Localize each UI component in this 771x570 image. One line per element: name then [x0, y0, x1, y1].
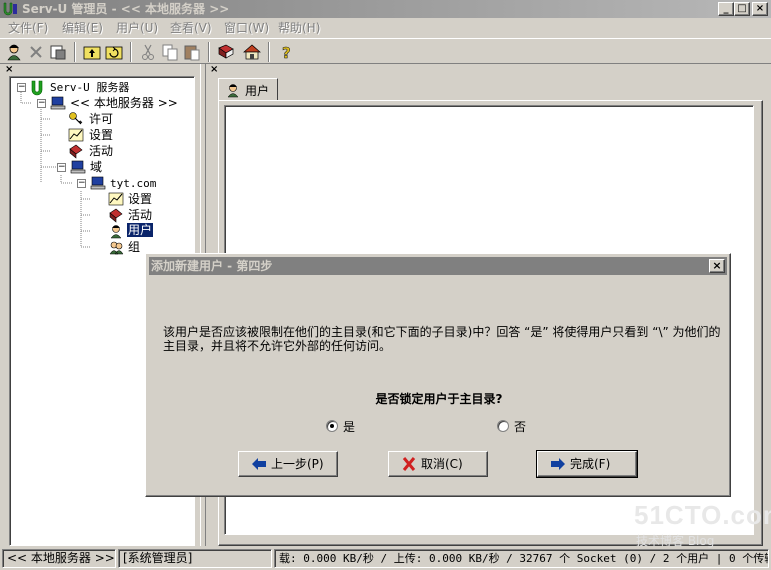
- toolbar-separator: [130, 42, 132, 62]
- serv-u-app-icon: [3, 2, 17, 16]
- properties-button[interactable]: [48, 42, 68, 62]
- delete-icon: [30, 46, 42, 58]
- paste-icon: [184, 45, 200, 61]
- cut-icon: [142, 44, 154, 60]
- tab-users[interactable]: 用户: [218, 78, 278, 100]
- tab-users-label: 用户: [245, 84, 270, 98]
- watermark-sub: 技术博客 Blog: [636, 534, 715, 548]
- arrow-left-icon: [252, 458, 266, 470]
- dialog-title-bar[interactable]: 添加新建用户 - 第四步 ×: [149, 257, 727, 275]
- book-button[interactable]: [216, 42, 236, 62]
- paste-button[interactable]: [182, 42, 202, 62]
- domain-computer-icon: [70, 160, 86, 174]
- properties-icon: [50, 45, 66, 60]
- tree-root-label[interactable]: Serv-U 服务器: [50, 81, 129, 95]
- up-folder-icon: [83, 46, 101, 60]
- watermark-brand: 51CTO.com: [634, 500, 771, 530]
- up-folder-button[interactable]: [82, 42, 102, 62]
- settings-chart-icon: [68, 128, 84, 142]
- toolbar: ?: [0, 38, 771, 64]
- cut-button[interactable]: [138, 42, 158, 62]
- status-bar: << 本地服务器 >> [系统管理员] 载: 0.000 KB/秒 / 上传: …: [0, 548, 771, 570]
- domain-settings-icon: [108, 192, 124, 206]
- tree-users-label[interactable]: 用户: [127, 223, 154, 237]
- minimize-icon: _: [723, 3, 729, 14]
- menu-bar: 文件(F) 编辑(E) 用户(U) 查看(V) 窗口(W) 帮助(H): [0, 18, 771, 36]
- dialog-title: 添加新建用户 - 第四步: [151, 259, 273, 273]
- connect-user-button[interactable]: [4, 42, 24, 62]
- domain-activity-icon: [109, 208, 123, 223]
- help-button[interactable]: ?: [276, 42, 296, 63]
- home-button[interactable]: [242, 42, 262, 62]
- cancel-button[interactable]: 取消(C): [388, 451, 488, 477]
- help-icon: ?: [282, 44, 291, 63]
- copy-icon: [162, 44, 178, 61]
- book-icon: [218, 44, 234, 59]
- minimize-button[interactable]: _: [718, 2, 734, 16]
- dialog-close-button[interactable]: ×: [709, 259, 725, 273]
- dialog-question: 是否锁定用户于主目录?: [375, 392, 503, 406]
- status-role: [系统管理员]: [118, 549, 272, 568]
- status-server: << 本地服务器 >>: [2, 549, 116, 568]
- cancel-x-icon: [402, 457, 416, 471]
- svg-text:?: ?: [282, 44, 291, 62]
- toolbar-separator: [74, 42, 76, 62]
- radio-no-label[interactable]: 否: [514, 418, 526, 435]
- radio-yes-label[interactable]: 是: [343, 418, 355, 435]
- status-stats: 载: 0.000 KB/秒 / 上传: 0.000 KB/秒 / 32767 个…: [274, 549, 769, 568]
- tree-domain-activity-label[interactable]: 活动: [128, 208, 152, 222]
- tree-groups-label[interactable]: 组: [128, 240, 140, 254]
- dialog-message: 该用户是否应该被限制在他们的主目录(和它下面的子目录)中？回答 “是” 将使得用…: [163, 325, 721, 353]
- tree-license-label[interactable]: 许可: [89, 112, 113, 126]
- left-pane-close-icon[interactable]: ×: [5, 64, 13, 75]
- tab-user-icon: [227, 84, 239, 98]
- domain-collapse-toggle[interactable]: −: [77, 179, 86, 188]
- delete-button[interactable]: [26, 42, 46, 62]
- serv-u-icon: [31, 80, 43, 96]
- back-button[interactable]: 上一步(P): [238, 451, 338, 477]
- tree-domains-label[interactable]: 域: [90, 160, 102, 174]
- right-pane-close-icon[interactable]: ×: [210, 64, 218, 75]
- group-icon: [109, 241, 124, 255]
- menu-user[interactable]: 用户(U): [116, 19, 158, 36]
- tree-activity-label[interactable]: 活动: [89, 144, 113, 158]
- window-title: Serv-U 管理员 - << 本地服务器 >>: [22, 2, 230, 16]
- copy-button[interactable]: [160, 42, 180, 62]
- arrow-right-icon: [551, 458, 565, 470]
- user-icon: [110, 225, 122, 239]
- menu-edit[interactable]: 编辑(E): [62, 19, 103, 36]
- tree-settings-label[interactable]: 设置: [89, 128, 113, 142]
- add-user-wizard-dialog: 添加新建用户 - 第四步 × 该用户是否应该被限制在他们的主目录(和它下面的子目…: [145, 253, 731, 497]
- close-icon: ×: [755, 3, 765, 14]
- radio-yes[interactable]: [326, 420, 338, 432]
- tree-domain-settings-label[interactable]: 设置: [128, 192, 152, 206]
- toolbar-separator: [268, 42, 270, 62]
- close-button[interactable]: ×: [752, 2, 768, 16]
- menu-window[interactable]: 窗口(W): [224, 19, 269, 36]
- maximize-icon: □: [737, 3, 747, 14]
- home-icon: [243, 44, 261, 60]
- maximize-button[interactable]: □: [734, 2, 750, 16]
- activity-icon: [69, 144, 83, 159]
- refresh-icon: [105, 46, 123, 60]
- domain-node-icon: [90, 176, 106, 190]
- tree-domain-name-label[interactable]: tyt.com: [110, 177, 156, 191]
- toolbar-separator: [208, 42, 210, 62]
- close-icon: ×: [712, 259, 722, 272]
- tree-server-label[interactable]: << 本地服务器 >>: [70, 96, 178, 110]
- root-collapse-toggle[interactable]: −: [17, 83, 26, 92]
- finish-button[interactable]: 完成(F): [536, 450, 638, 478]
- menu-view[interactable]: 查看(V): [170, 19, 212, 36]
- connect-user-icon: [7, 44, 21, 61]
- key-icon: [69, 112, 83, 125]
- title-bar[interactable]: Serv-U 管理员 - << 本地服务器 >> _ □ ×: [0, 0, 771, 18]
- server-collapse-toggle[interactable]: −: [37, 99, 46, 108]
- menu-file[interactable]: 文件(F): [8, 19, 48, 36]
- menu-help[interactable]: 帮助(H): [278, 19, 320, 36]
- radio-no[interactable]: [497, 420, 509, 432]
- refresh-button[interactable]: [104, 42, 124, 62]
- computer-icon: [50, 96, 66, 110]
- domains-collapse-toggle[interactable]: −: [57, 163, 66, 172]
